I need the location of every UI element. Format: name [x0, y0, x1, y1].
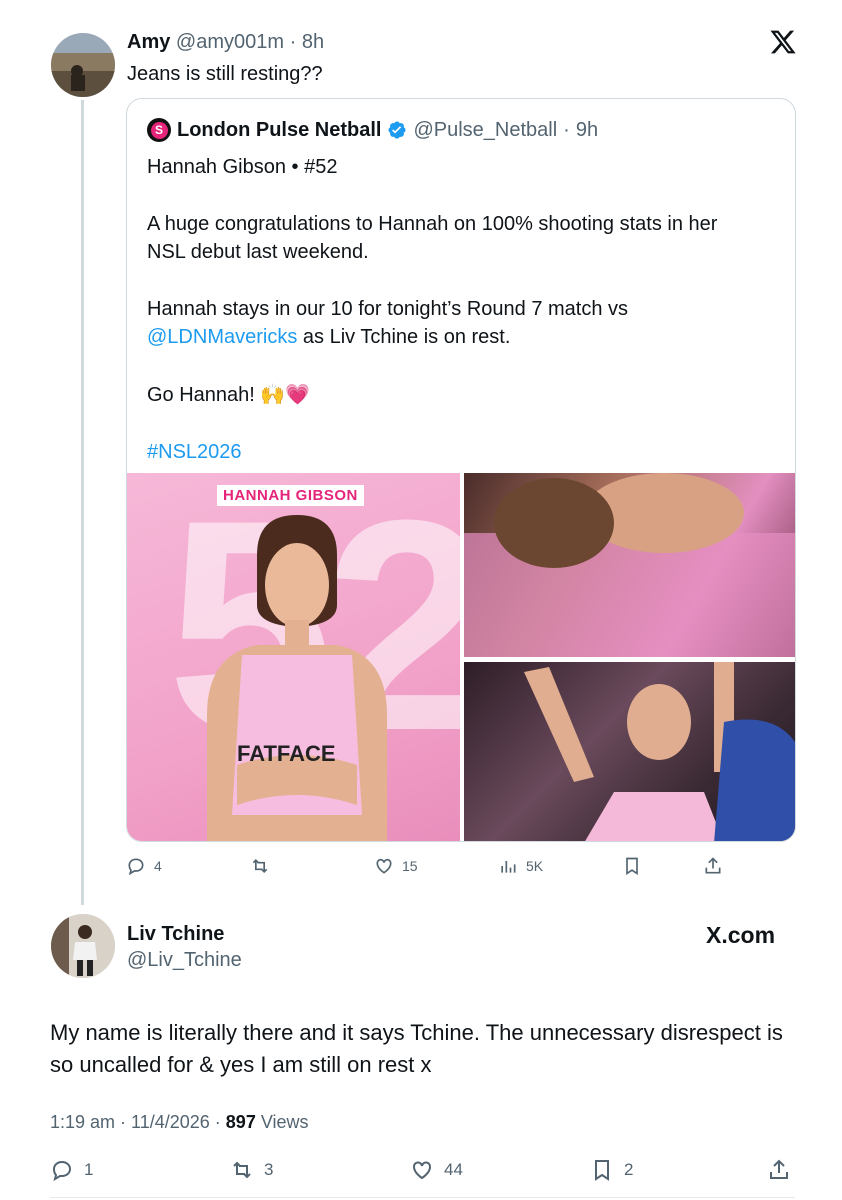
like-icon — [413, 1161, 431, 1180]
x-com-brand[interactable]: X.com — [706, 922, 775, 949]
separator-dot: · — [284, 31, 302, 53]
avatar[interactable] — [51, 914, 115, 978]
quoted-line-match-rest: as Liv Tchine is on rest. — [297, 326, 511, 348]
mention-link[interactable]: @LDNMavericks — [147, 326, 297, 348]
reply-actions: 1 3 44 2 — [50, 1156, 795, 1186]
media-image-player-portrait[interactable]: 52 HANNAH GIBSON FATFACE — [127, 473, 460, 841]
separator-dot: · — [115, 1112, 132, 1132]
views-label: Views — [260, 1112, 309, 1132]
views-icon — [501, 861, 516, 873]
verified-badge-icon — [387, 120, 407, 140]
player-figure-graphic — [207, 515, 387, 841]
reply-text: My name is literally there and it says T… — [50, 1020, 783, 1077]
reply-time[interactable]: 1:19 am — [50, 1112, 115, 1132]
author-name[interactable]: Amy — [127, 31, 170, 53]
shooting-graphic — [524, 662, 795, 841]
like-count: 44 — [444, 1160, 463, 1179]
bookmark-count: 2 — [624, 1160, 634, 1179]
author-handle[interactable]: @amy001m — [176, 31, 284, 53]
tweet-header: Amy @amy001m · 8h — [127, 30, 324, 54]
reply-icon — [52, 1160, 72, 1182]
reply-button[interactable]: 4 — [126, 856, 162, 876]
retweet-icon — [252, 858, 268, 874]
views-count: 5K — [526, 858, 544, 874]
pulse-logo-letter: S — [150, 121, 168, 139]
avatar[interactable] — [51, 33, 115, 97]
quoted-line-title: Hannah Gibson • #52 — [147, 156, 338, 178]
share-button[interactable] — [703, 856, 723, 876]
share-icon — [770, 1159, 788, 1179]
reply-icon — [128, 858, 144, 876]
quoted-tweet-body: Hannah Gibson • #52 A huge congratulatio… — [147, 153, 777, 466]
quoted-author-handle[interactable]: @Pulse_Netball — [413, 118, 557, 142]
retweet-icon — [233, 1161, 251, 1179]
quoted-line-match-1: Hannah stays in our 10 for tonight’s Rou… — [147, 298, 629, 320]
like-count: 15 — [402, 858, 418, 874]
reply-author-handle[interactable]: @Liv_Tchine — [127, 948, 242, 972]
share-icon — [705, 857, 721, 874]
reply-count: 4 — [154, 858, 162, 874]
bookmark-icon — [626, 857, 638, 876]
closeup-graphic — [464, 473, 795, 657]
reply-button[interactable]: 1 — [50, 1158, 93, 1182]
media-image-player-closeup[interactable] — [464, 473, 795, 657]
share-button[interactable] — [767, 1158, 791, 1182]
thread-line — [81, 100, 84, 905]
retweet-button[interactable] — [250, 856, 278, 876]
player-name-tag: HANNAH GIBSON — [217, 485, 364, 506]
quoted-tweet-time[interactable]: 9h — [576, 118, 598, 142]
like-button[interactable]: 15 — [374, 856, 418, 876]
separator-dot: · — [563, 119, 570, 141]
reply-meta: 1:19 am · 11/4/2026 · 897 Views — [50, 1112, 309, 1133]
quoted-tweet-header: S London Pulse Netball @Pulse_Netball · 9h — [147, 118, 598, 142]
media-grid: 52 HANNAH GIBSON FATFACE — [127, 473, 795, 841]
retweet-button[interactable]: 3 — [230, 1158, 273, 1182]
x-logo-icon[interactable] — [769, 28, 797, 56]
quoted-line-match-2: @LDNMavericks as Liv Tchine is on rest. — [147, 323, 777, 351]
tweet-text: Jeans is still resting?? — [127, 63, 323, 85]
bookmark-button[interactable] — [622, 856, 642, 876]
sponsor-label: FATFACE — [237, 741, 336, 766]
views-button[interactable]: 5K — [498, 856, 543, 876]
tweet-time[interactable]: 8h — [302, 31, 324, 53]
bookmark-icon — [595, 1160, 609, 1181]
cheer-text: Go Hannah! — [147, 384, 261, 406]
quoted-line-congrats-2: NSL debut last weekend. — [147, 241, 369, 263]
reply-date[interactable]: 11/4/2026 — [131, 1112, 210, 1132]
divider — [50, 1197, 795, 1198]
pulse-logo-icon: S — [147, 118, 171, 142]
like-icon — [376, 858, 392, 874]
quoted-tweet-card[interactable]: S London Pulse Netball @Pulse_Netball · 9h… — [126, 98, 796, 842]
reply-author-name[interactable]: Liv Tchine — [127, 922, 224, 946]
media-image-player-shooting[interactable] — [464, 662, 795, 841]
reply-count: 1 — [84, 1160, 94, 1179]
views-number: 897 — [225, 1112, 256, 1132]
bookmark-button[interactable]: 2 — [590, 1158, 633, 1182]
retweet-count: 3 — [264, 1160, 274, 1179]
quoted-line-cheer: Go Hannah! 🙌💗 — [147, 380, 777, 409]
quoted-author-name[interactable]: London Pulse Netball — [177, 118, 381, 142]
separator-dot: · — [209, 1112, 226, 1132]
cheer-emoji: 🙌💗 — [260, 382, 311, 406]
quoted-line-congrats-1: A huge congratulations to Hannah on 100%… — [147, 213, 718, 235]
like-button[interactable]: 44 — [410, 1158, 463, 1182]
hashtag-link[interactable]: #NSL2026 — [147, 438, 777, 466]
tweet-actions: 4 15 5K — [126, 852, 796, 882]
